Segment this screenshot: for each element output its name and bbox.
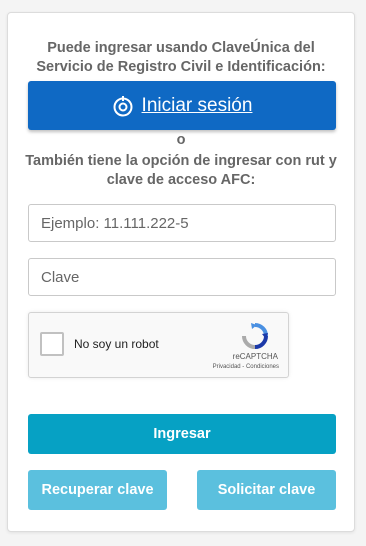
recaptcha-checkbox[interactable] xyxy=(40,332,64,356)
claveunica-icon xyxy=(112,95,134,117)
claveunica-login-button[interactable]: Iniciar sesión xyxy=(28,81,336,130)
claveunica-login-label: Iniciar sesión xyxy=(141,94,253,116)
login-button[interactable]: Ingresar xyxy=(28,414,336,454)
claveunica-intro-text: Puede ingresar usando ClaveÚnica del Ser… xyxy=(36,40,326,75)
request-password-button[interactable]: Solicitar clave xyxy=(197,470,336,510)
recaptcha-brand: reCAPTCHA xyxy=(232,352,278,361)
rut-input[interactable] xyxy=(28,204,336,242)
recaptcha-logo-icon xyxy=(240,321,270,351)
password-input[interactable] xyxy=(28,258,336,296)
login-card: Puede ingresar usando ClaveÚnica del Ser… xyxy=(7,12,355,532)
recover-password-button[interactable]: Recuperar clave xyxy=(28,470,167,510)
recaptcha-terms-link[interactable]: Privacidad - Condiciones xyxy=(213,364,279,370)
afc-intro-text: También tiene la opción de ingresar con … xyxy=(25,153,337,188)
recaptcha-label: No soy un robot xyxy=(74,337,159,351)
separator-text: o xyxy=(176,132,186,148)
recaptcha-widget: No soy un robot reCAPTCHA Privacidad - C… xyxy=(28,312,289,378)
